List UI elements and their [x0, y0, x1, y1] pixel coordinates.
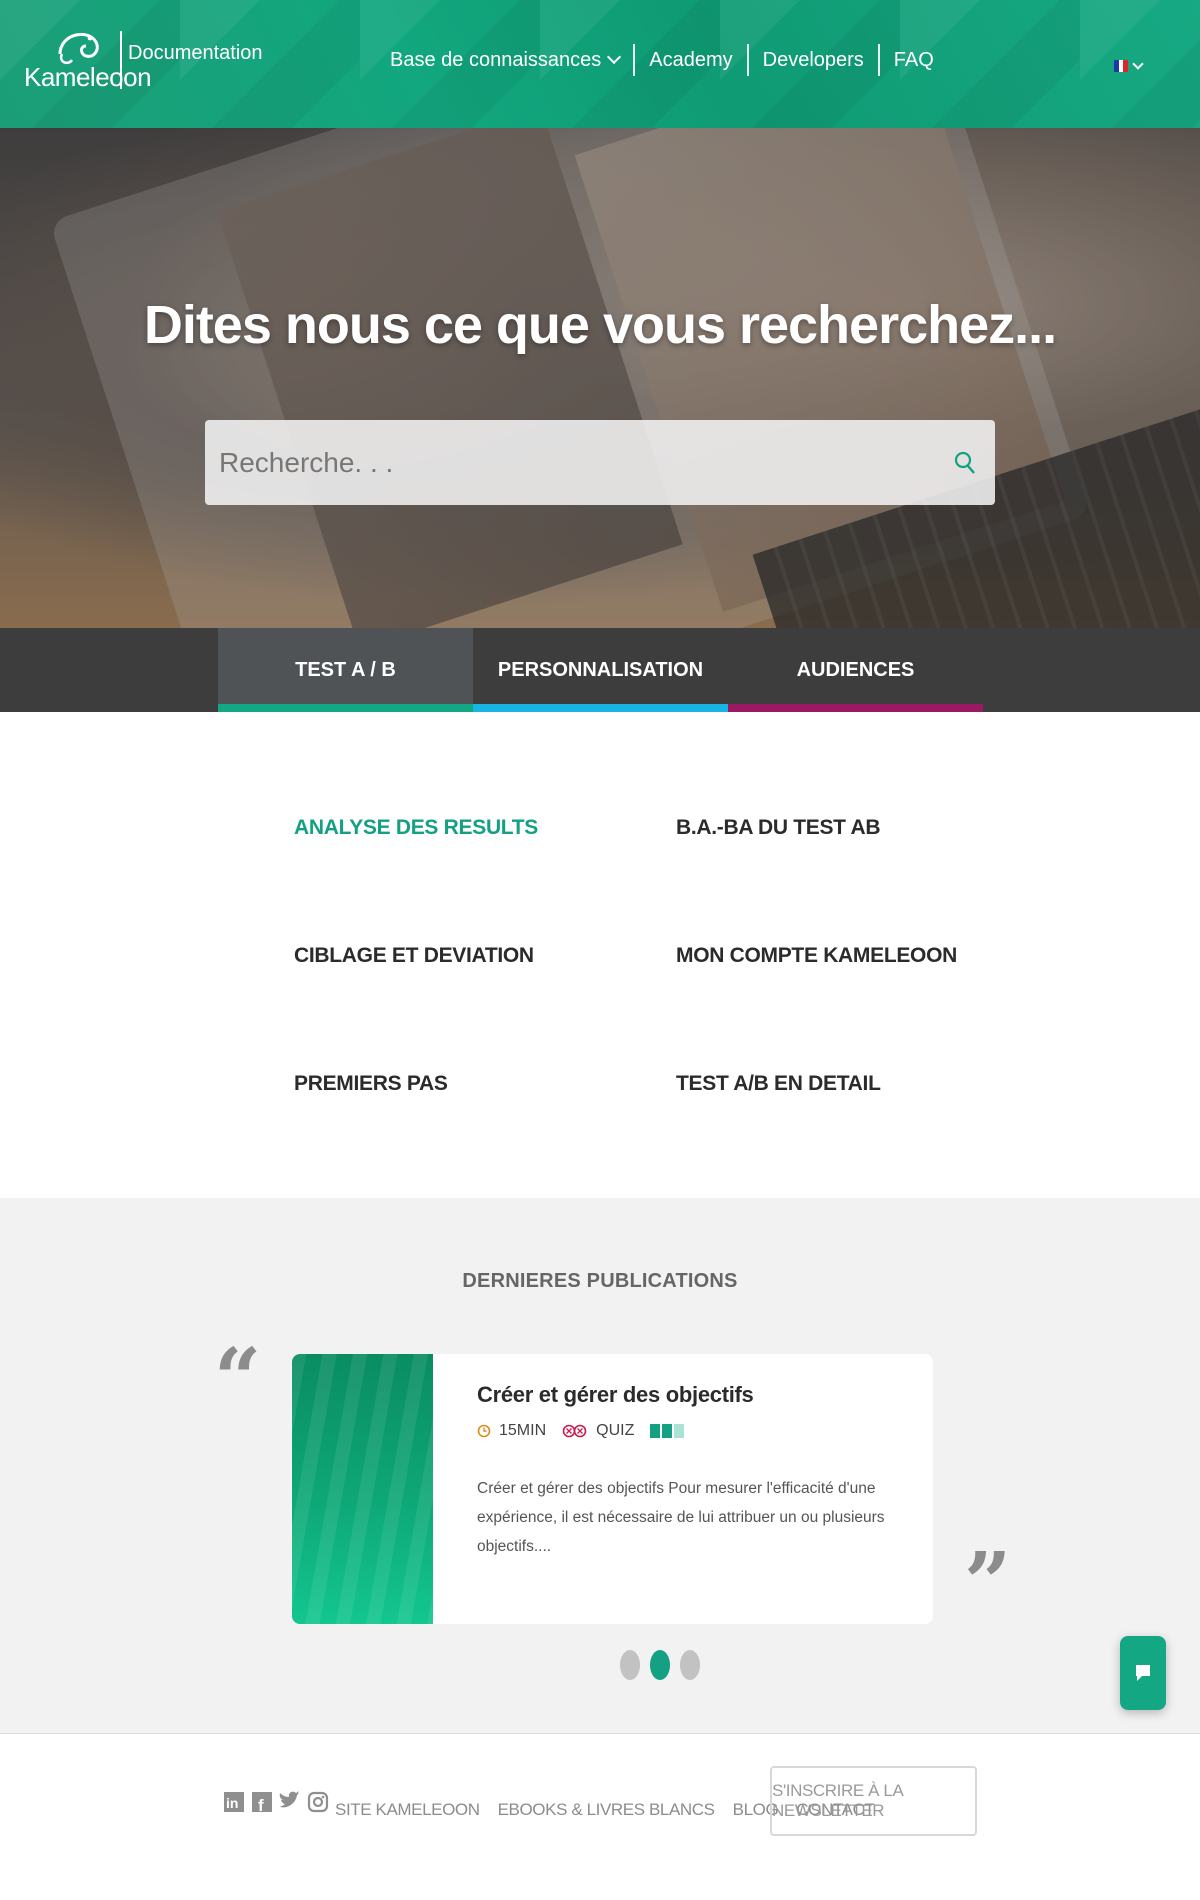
tab-label: TEST A / B	[295, 658, 396, 681]
clock-icon	[477, 1424, 491, 1438]
facebook-icon[interactable]: f	[250, 1786, 274, 1818]
card-meta: 15MIN QUIZ	[477, 1422, 933, 1440]
nav-item-knowledge-base[interactable]: Base de connaissances	[376, 49, 633, 72]
carousel-dot[interactable]	[620, 1650, 640, 1680]
hero-banner: Dites nous ce que vous recherchez...	[0, 128, 1200, 628]
close-quote-icon: ”	[964, 1535, 1012, 1631]
nav-item-label: Developers	[762, 48, 864, 71]
search-bar	[205, 420, 995, 505]
logo-text: Kameleoon	[24, 62, 152, 92]
latest-publications: DERNIERES PUBLICATIONS “ ” Créer et gére…	[0, 1198, 1200, 1733]
category-premiers-pas[interactable]: PREMIERS PAS	[294, 1072, 448, 1096]
tab-personnalisation[interactable]: PERSONNALISATION	[473, 628, 728, 712]
newsletter-button[interactable]: S'INSCRIRE À LA NEWSLETTER	[770, 1766, 977, 1836]
category-ba-ba-du-test-ab[interactable]: B.A.-BA DU TEST AB	[676, 816, 881, 840]
card-duration: 15MIN	[499, 1422, 547, 1439]
site-header: Kameleoon Documentation Base de connaiss…	[0, 0, 1200, 128]
chat-bubble-icon	[1136, 1665, 1150, 1681]
tab-test-ab[interactable]: TEST A / B	[218, 628, 473, 712]
footer-link-ebooks[interactable]: EBOOKS & LIVRES BLANCS	[498, 1800, 715, 1820]
card-thumbnail	[292, 1354, 433, 1624]
logo[interactable]: Kameleoon Documentation	[24, 24, 263, 96]
open-quote-icon: “	[214, 1331, 262, 1427]
search-icon[interactable]	[935, 451, 995, 475]
nav-item-developers[interactable]: Developers	[749, 49, 878, 72]
instagram-icon[interactable]	[306, 1786, 330, 1818]
nav-item-label: FAQ	[893, 48, 934, 71]
carousel-dot[interactable]	[680, 1650, 700, 1680]
category-ciblage-et-deviation[interactable]: CIBLAGE ET DEVIATION	[294, 944, 534, 968]
main-nav: Base de connaissances Academy Developers…	[376, 44, 948, 76]
nav-item-label: Academy	[649, 48, 733, 71]
nav-item-academy[interactable]: Academy	[635, 49, 746, 72]
difficulty-level-indicator	[650, 1424, 685, 1438]
carousel-dot-active[interactable]	[650, 1650, 670, 1680]
linkedin-icon[interactable]: in	[222, 1786, 246, 1818]
svg-text:in: in	[226, 1795, 238, 1811]
twitter-icon[interactable]	[278, 1786, 302, 1818]
nav-item-faq[interactable]: FAQ	[880, 49, 948, 72]
footer-link-site-kameleoon[interactable]: SITE KAMELEOON	[335, 1800, 480, 1820]
chat-button[interactable]	[1120, 1636, 1166, 1710]
category-test-ab-en-detail[interactable]: TEST A/B EN DETAIL	[676, 1072, 881, 1096]
tab-label: AUDIENCES	[796, 658, 915, 681]
tab-label: PERSONNALISATION	[497, 658, 704, 681]
card-description: Créer et gérer des objectifs Pour mesure…	[477, 1480, 885, 1555]
search-input[interactable]	[205, 420, 935, 505]
social-links: in f	[222, 1786, 330, 1818]
nav-item-label: Base de connaissances	[390, 48, 602, 71]
category-analyse-des-results[interactable]: ANALYSE DES RESULTS	[294, 816, 538, 840]
category-mon-compte-kameleoon[interactable]: MON COMPTE KAMELEOON	[676, 944, 957, 968]
language-selector[interactable]	[1114, 58, 1144, 72]
publication-card[interactable]: Créer et gérer des objectifs 15MIN QUIZ …	[292, 1354, 933, 1624]
card-title: Créer et gérer des objectifs	[477, 1382, 754, 1407]
fr-flag-icon	[1114, 60, 1129, 72]
site-footer: in f SITE KAMELEOON EBOOKS & LIVRES BLAN…	[0, 1733, 1200, 1900]
chevron-down-icon	[1132, 58, 1144, 70]
hero-title: Dites nous ce que vous recherchez...	[143, 295, 1057, 355]
category-list: ANALYSE DES RESULTS B.A.-BA DU TEST AB C…	[0, 712, 1200, 1198]
card-type: QUIZ	[596, 1422, 635, 1439]
tab-audiences[interactable]: AUDIENCES	[728, 628, 983, 712]
svg-text:f: f	[258, 1796, 264, 1815]
quiz-icon	[562, 1424, 587, 1438]
chameleon-logo-icon: Kameleoon	[24, 24, 152, 96]
carousel-dots	[620, 1650, 700, 1680]
section-title: DERNIERES PUBLICATIONS	[462, 1270, 738, 1292]
product-tabs: TEST A / B PERSONNALISATION AUDIENCES	[0, 628, 1200, 712]
chevron-down-icon	[607, 49, 622, 65]
